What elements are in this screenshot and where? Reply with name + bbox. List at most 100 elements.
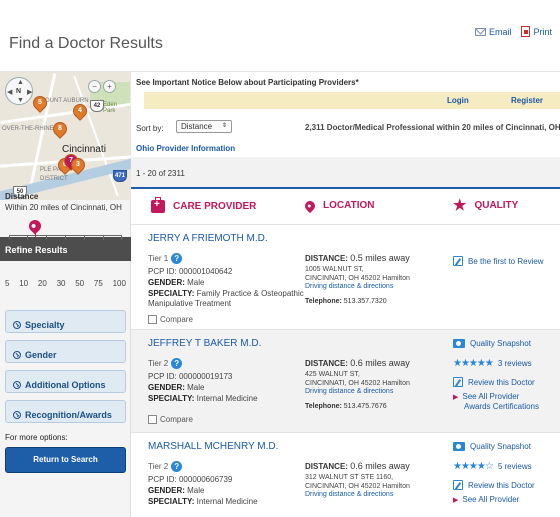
telephone-value: 513.475.7676 [343, 403, 387, 410]
compare-checkbox[interactable]: Compare [148, 415, 193, 424]
arrow-right-icon: ▶ [453, 496, 459, 504]
page-title: Find a Doctor Results [9, 35, 163, 52]
notice-text: See Important Notice Below about Partici… [136, 78, 359, 87]
expand-icon [13, 350, 21, 359]
review-doctor-link[interactable]: Review this Doctor [453, 377, 535, 387]
filter-recognition-awards-button[interactable]: Recognition/Awards [5, 400, 126, 423]
map-label: DISTRICT [40, 176, 68, 182]
checkbox[interactable] [148, 415, 157, 424]
medical-bag-icon [151, 197, 165, 213]
awards-link[interactable]: ▶ See All Provider [453, 392, 519, 401]
directions-link[interactable]: Driving distance & directions [305, 283, 393, 290]
reviews-count: 3 reviews [497, 359, 532, 368]
provider-row: MARSHALL MCHENRY M.D. Tier 2? PCP ID: 00… [131, 432, 560, 517]
pan-right-icon: ▶ [27, 89, 33, 96]
reviews-link[interactable]: ★★★★☆ 5 reviews [453, 461, 532, 472]
results-map[interactable]: MOUNT AUBURN Eden Park OVER-THE-RHINE Ci… [0, 72, 131, 200]
return-to-search-button[interactable]: Return to Search [5, 447, 126, 473]
help-icon[interactable]: ? [171, 461, 183, 472]
awards-label: See All Provider [462, 495, 520, 504]
slider-tick [103, 235, 104, 240]
tier-label: Tier 1 [148, 254, 169, 263]
map-label: OVER-THE-RHINE [2, 126, 54, 132]
pdf-icon [521, 26, 531, 37]
provider-name-link[interactable]: JEFFREY T BAKER M.D. [148, 338, 261, 349]
register-link[interactable]: Register [511, 96, 543, 105]
filter-label: Specialty [25, 319, 65, 330]
tier-label: Tier 2 [148, 462, 169, 471]
gender-value: Male [187, 383, 205, 392]
review-label: Be the first to Review [468, 256, 544, 266]
telephone-label: Telephone: [305, 298, 342, 305]
distance-slider[interactable] [9, 217, 122, 255]
address-line: CINCINNATI, OH 45202 Hamilton [305, 483, 410, 490]
address-line: 312 WALNUT ST STE 1160, [305, 474, 394, 481]
compare-checkbox[interactable]: Compare [148, 315, 193, 324]
help-icon[interactable]: ? [171, 358, 183, 369]
first-review-link[interactable]: Be the first to Review [453, 256, 544, 266]
snapshot-label: Quality Snapshot [470, 442, 531, 451]
review-doctor-link[interactable]: Review this Doctor [453, 480, 535, 490]
location-pin-icon [302, 198, 318, 213]
slider-tick [65, 235, 66, 240]
filter-additional-options-button[interactable]: Additional Options [5, 370, 126, 393]
pan-left-icon: ◀ [7, 89, 13, 96]
help-icon[interactable]: ? [171, 253, 183, 264]
zoom-out-button[interactable]: − [88, 80, 101, 93]
reviews-link[interactable]: ★★★★★ 3 reviews [453, 358, 532, 369]
provider-name-link[interactable]: JERRY A FRIEMOTH M.D. [148, 233, 268, 244]
map-pin[interactable]: 4 [70, 101, 90, 121]
quality-snapshot-link[interactable]: Quality Snapshot [453, 442, 531, 451]
directions-link[interactable]: Driving distance & directions [305, 491, 393, 498]
filter-specialty-button[interactable]: Specialty [5, 310, 126, 333]
quality-header: ★ QUALITY [453, 198, 518, 213]
distance-value: 0.6 miles away [350, 461, 410, 471]
tick-label: 75 [93, 279, 103, 288]
results-panel: See Important Notice Below about Partici… [131, 72, 560, 517]
email-link[interactable]: Email [474, 27, 511, 37]
address: 425 WALNUT ST, CINCINNATI, OH 45202 Hamil… [305, 370, 410, 388]
telephone-info: Telephone: 513.475.7676 [305, 403, 387, 410]
filter-label: Gender [25, 349, 57, 360]
specialty-info: SPECIALTY: Family Practice & Osteopathic… [148, 289, 308, 309]
filter-gender-button[interactable]: Gender [5, 340, 126, 363]
gender-label: GENDER: [148, 278, 185, 287]
specialty-label: SPECIALTY: [148, 394, 195, 403]
review-icon [453, 480, 463, 490]
provider-name-link[interactable]: MARSHALL MCHENRY M.D. [148, 441, 278, 452]
login-link[interactable]: Login [447, 96, 469, 105]
slider-tick [121, 235, 122, 240]
map-pan-control[interactable]: ▲ N ◀ ▶ ▼ [5, 77, 33, 105]
slider-tick-labels: 5 10 20 30 50 75 100 [5, 279, 126, 288]
specialty-value: Internal Medicine [196, 394, 258, 403]
checkbox[interactable] [148, 315, 157, 324]
directions-link[interactable]: Driving distance & directions [305, 388, 393, 395]
sort-select[interactable]: Distance ⇕ [176, 120, 232, 133]
distance-value: Within 20 miles of Cincinnati, OH [5, 203, 122, 212]
address: 1005 WALNUT ST, CINCINNATI, OH 45202 Hami… [305, 265, 410, 283]
login-bar: Login Register [144, 92, 560, 109]
expand-icon [13, 320, 21, 329]
quality-snapshot-link[interactable]: Quality Snapshot [453, 339, 531, 348]
zoom-in-button[interactable]: + [103, 80, 116, 93]
pcp-id: PCP ID: 000000606739 [148, 475, 233, 484]
distance-info: DISTANCE: 0.6 miles away [305, 358, 410, 368]
address-line: 425 WALNUT ST, [305, 371, 360, 378]
pcp-id: PCP ID: 000000019173 [148, 372, 233, 381]
rating-stars-icon: ★★★★☆ [453, 461, 494, 472]
slider-handle[interactable] [26, 217, 44, 235]
specialty-info: SPECIALTY: Internal Medicine [148, 497, 308, 507]
camera-icon [453, 442, 465, 451]
ohio-provider-info-link[interactable]: Ohio Provider Information [136, 144, 235, 153]
pin-number: 3 [76, 161, 80, 168]
awards-link-line2[interactable]: Awards Certifications [464, 402, 539, 411]
print-link[interactable]: Print [521, 26, 552, 37]
map-pin[interactable]: 8 [50, 119, 70, 139]
select-arrows-icon: ⇕ [221, 123, 227, 129]
telephone-value: 513.357.7320 [343, 298, 387, 305]
address-line: CINCINNATI, OH 45202 Hamilton [305, 380, 410, 387]
distance-info: DISTANCE: 0.6 miles away [305, 461, 410, 471]
slider-tick [9, 235, 10, 240]
expand-icon [13, 410, 21, 419]
awards-link[interactable]: ▶ See All Provider [453, 495, 519, 504]
